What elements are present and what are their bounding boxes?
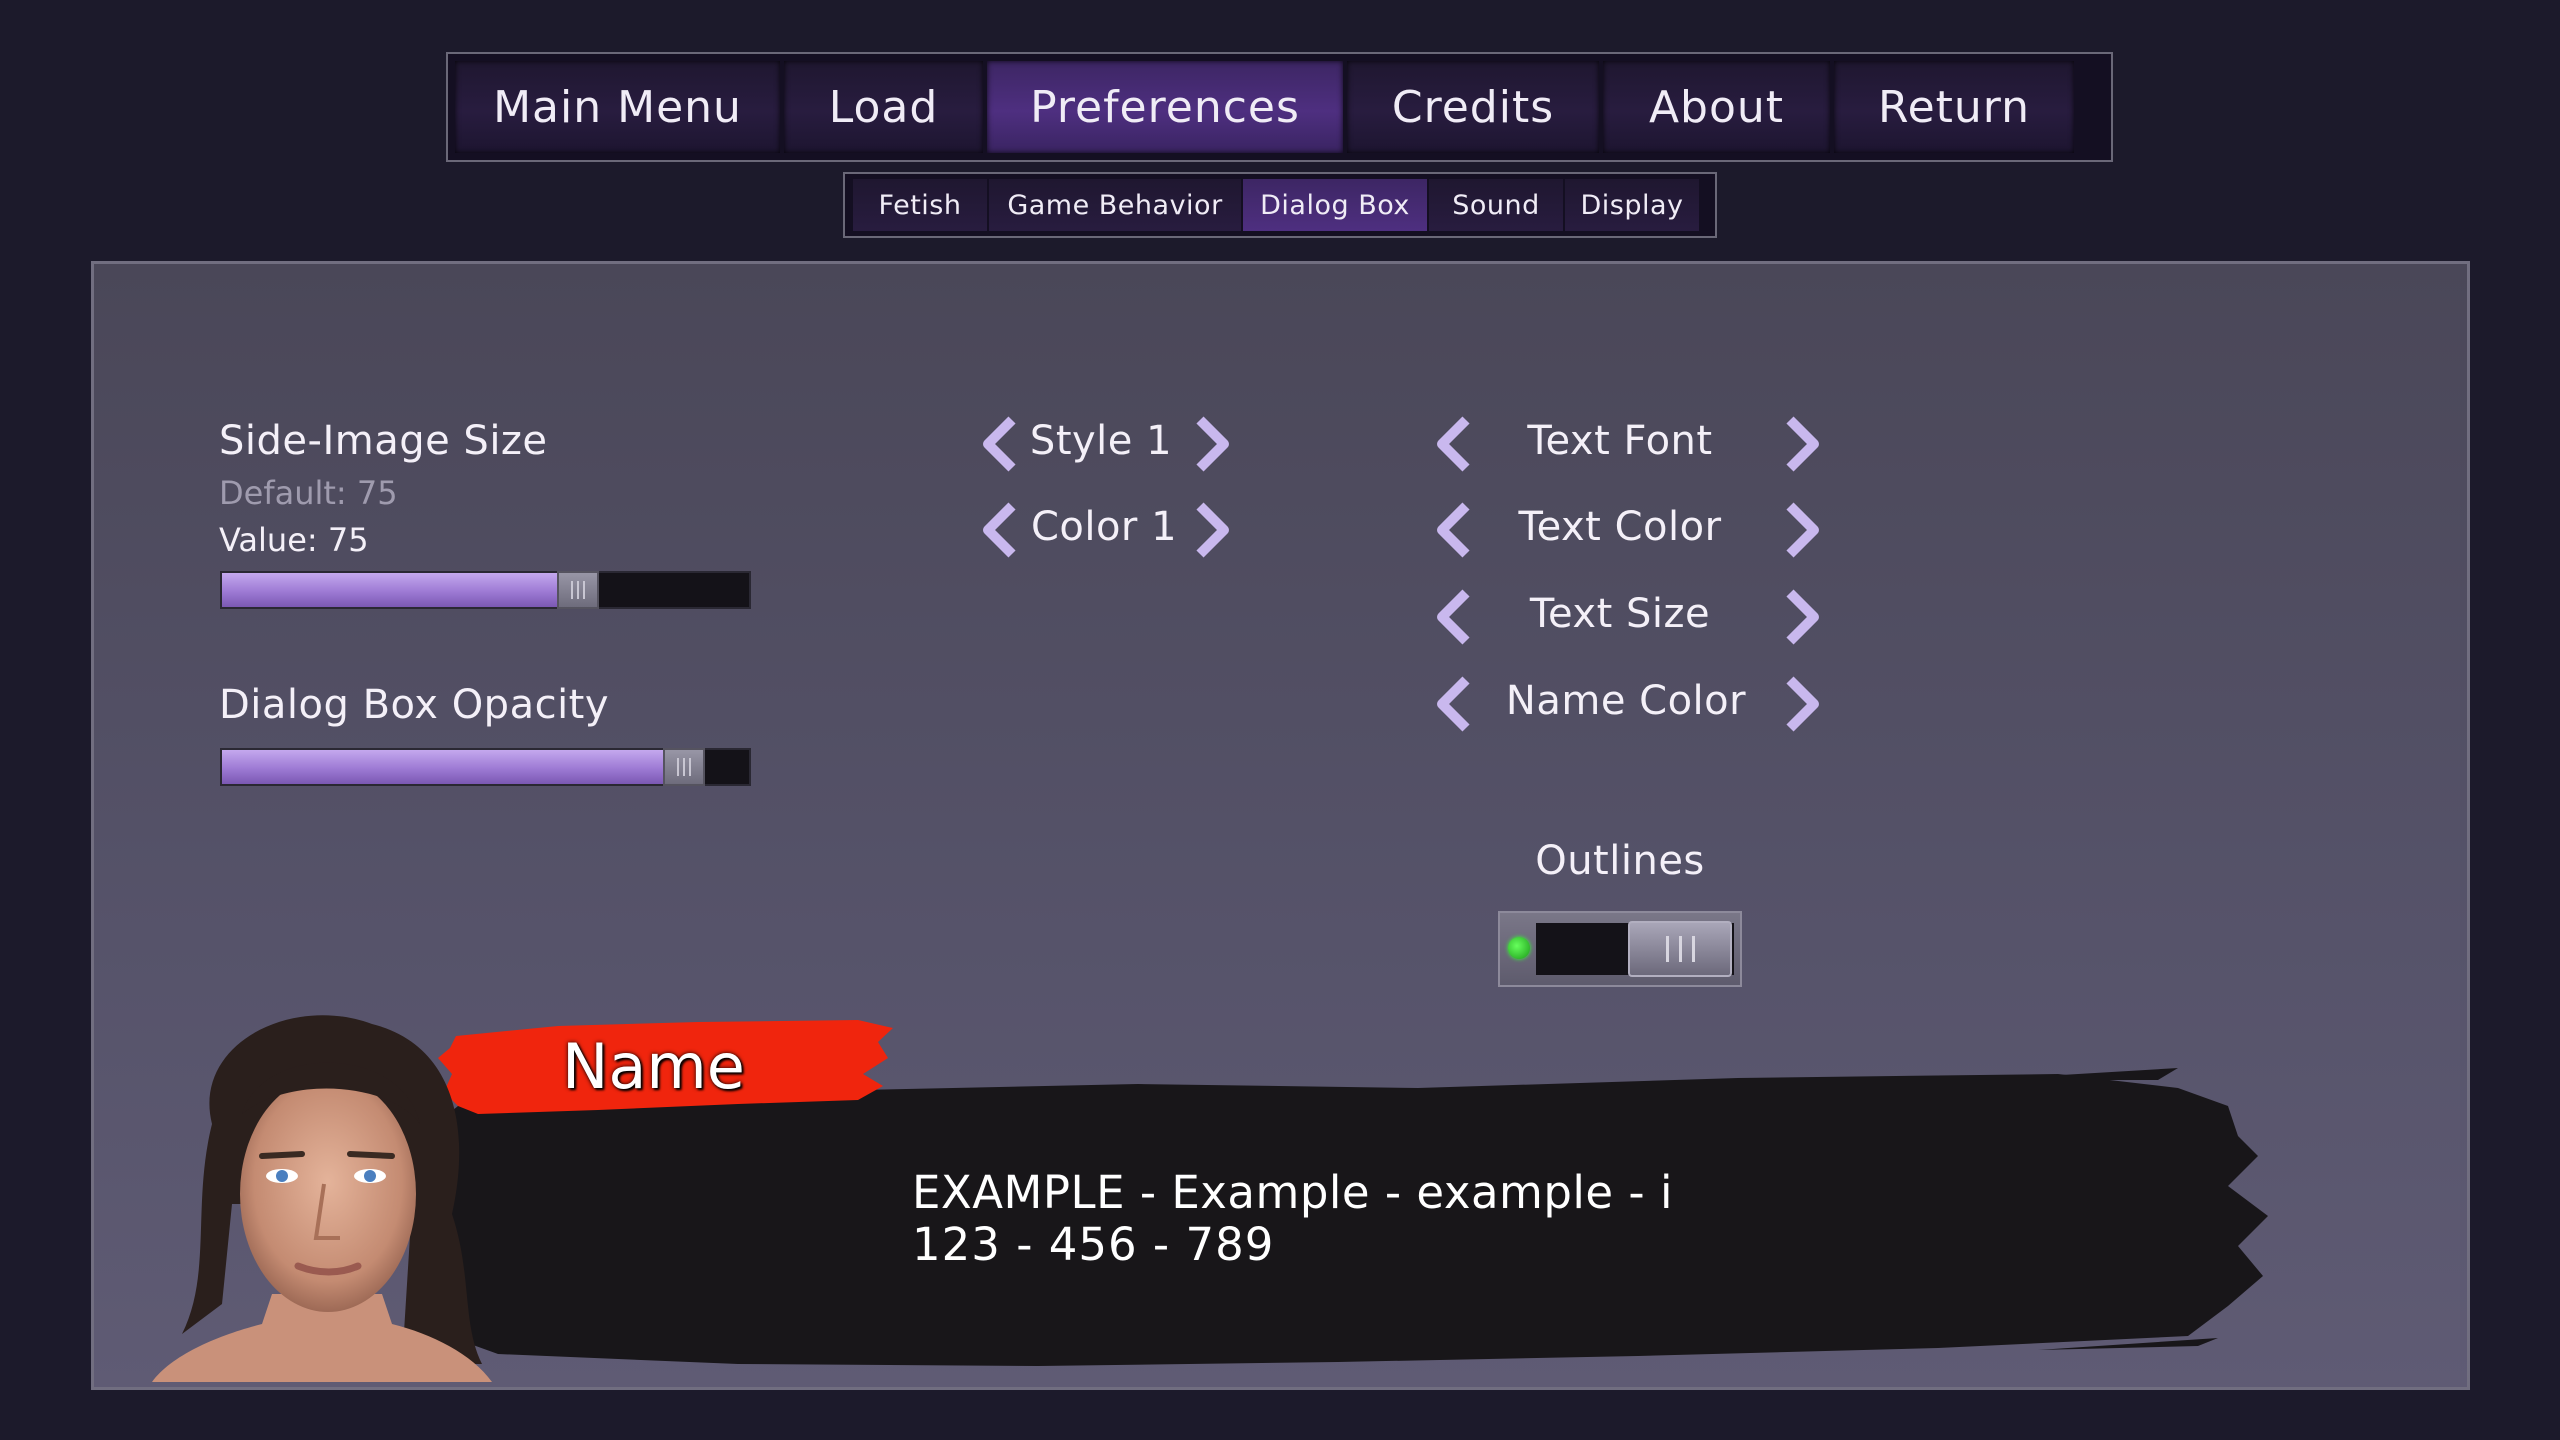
text-font-prev-arrow-icon[interactable]: [1428, 416, 1480, 472]
text-color-prev-arrow-icon[interactable]: [1428, 502, 1480, 558]
tab-sound[interactable]: Sound: [1429, 179, 1563, 231]
dialog-box-opacity-slider[interactable]: [220, 748, 751, 786]
side-image-size-label: Side-Image Size: [219, 418, 548, 464]
speaker-name: Name: [562, 1030, 745, 1103]
name-color-option: Name Color: [1505, 678, 1747, 724]
nav-return[interactable]: Return: [1834, 61, 2074, 153]
dialog-box-opacity-label: Dialog Box Opacity: [219, 682, 610, 728]
outlines-label: Outlines: [1535, 838, 1705, 884]
nav-about[interactable]: About: [1603, 61, 1830, 153]
name-color-next-arrow-icon[interactable]: [1776, 676, 1828, 732]
text-color-next-arrow-icon[interactable]: [1776, 502, 1828, 558]
side-image-default-text: Default: 75: [219, 474, 398, 512]
toggle-knob[interactable]: [1628, 921, 1732, 977]
text-color-option: Text Color: [1518, 504, 1722, 550]
side-image-value-text: Value: 75: [219, 521, 369, 559]
nav-credits[interactable]: Credits: [1347, 61, 1599, 153]
style-prev-arrow-icon[interactable]: [974, 416, 1026, 472]
box-style-value: Style 1: [1029, 418, 1173, 464]
slider-fill: [222, 750, 667, 784]
status-led-icon: [1508, 937, 1530, 959]
slider-thumb[interactable]: [557, 571, 599, 609]
text-size-prev-arrow-icon[interactable]: [1428, 589, 1480, 645]
tab-dialog-box[interactable]: Dialog Box: [1243, 179, 1427, 231]
text-font-option: Text Font: [1527, 418, 1713, 464]
dialog-sample-line-1: EXAMPLE - Example - example - i: [912, 1166, 1673, 1219]
color-prev-arrow-icon[interactable]: [974, 502, 1026, 558]
box-color-value: Color 1: [1030, 504, 1178, 550]
side-image-size-slider[interactable]: [220, 571, 751, 609]
slider-thumb[interactable]: [663, 748, 705, 786]
tab-display[interactable]: Display: [1565, 179, 1699, 231]
nav-preferences[interactable]: Preferences: [987, 61, 1343, 153]
preferences-tab-bar: Fetish Game Behavior Dialog Box Sound Di…: [843, 172, 1717, 238]
tab-game-behavior[interactable]: Game Behavior: [989, 179, 1241, 231]
name-color-prev-arrow-icon[interactable]: [1428, 676, 1480, 732]
slider-fill: [222, 573, 561, 607]
nav-load[interactable]: Load: [784, 61, 983, 153]
text-font-next-arrow-icon[interactable]: [1776, 416, 1828, 472]
outlines-toggle[interactable]: [1498, 911, 1742, 987]
style-next-arrow-icon[interactable]: [1186, 416, 1238, 472]
tab-fetish[interactable]: Fetish: [853, 179, 987, 231]
main-menu-bar: Main Menu Load Preferences Credits About…: [446, 52, 2113, 162]
color-next-arrow-icon[interactable]: [1186, 502, 1238, 558]
text-size-next-arrow-icon[interactable]: [1776, 589, 1828, 645]
nav-main-menu[interactable]: Main Menu: [455, 61, 780, 153]
text-size-option: Text Size: [1529, 591, 1711, 637]
character-portrait: [152, 1015, 492, 1382]
dialog-sample-line-2: 123 - 456 - 789: [912, 1218, 1275, 1271]
